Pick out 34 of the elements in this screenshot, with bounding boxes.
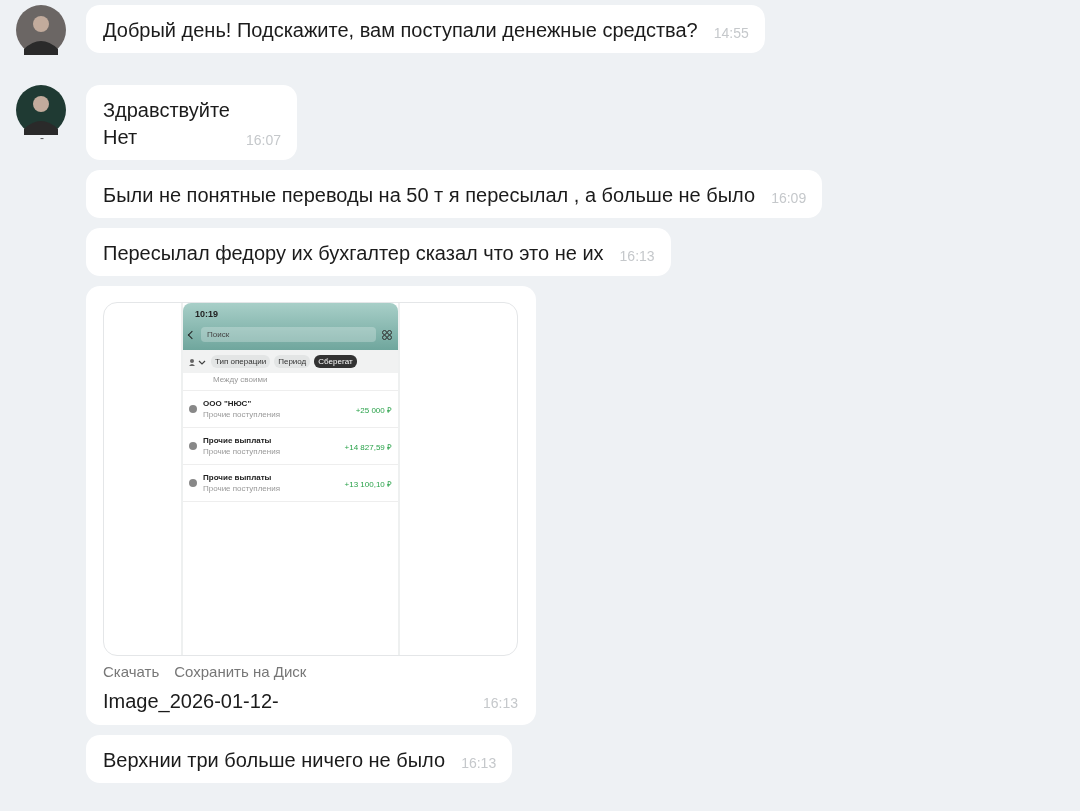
message-text: Верхнии три больше ничего не было [103, 748, 446, 773]
message-text: Пересылал федору их бухгалтер сказал что это не их [103, 241, 604, 266]
operation-amount: +13 100,10 ₽ [344, 478, 392, 489]
sender-mark: - [40, 131, 44, 145]
operation-subtitle: Прочие поступления [203, 410, 281, 419]
message-time: 16:13 [461, 755, 497, 773]
message-text: Нет [103, 125, 139, 150]
message-text: Добрый день! Подскажите, вам поступали денежные средства? [103, 18, 698, 43]
image-preview[interactable]: 10:19 Поиск Тип операции Период Сберегат Между своими ООО "НЮС" Прочие поступления +25 000 ₽ Прочие выплаты Прочие поступления +14 827,59 ₽ Прочие выплаты Прочие поступления +13 100,10 ₽ [103, 302, 518, 656]
file-action-link[interactable]: Скачать [103, 663, 160, 680]
message-text: Здравствуйте [103, 98, 230, 123]
search-field: Поиск [201, 327, 376, 342]
message-time: 16:13 [482, 695, 518, 713]
message-time: 16:09 [771, 190, 807, 208]
filter-chip: Период [274, 355, 311, 368]
operation-amount: +14 827,59 ₽ [344, 441, 392, 452]
accounts-filter-icon [187, 356, 207, 367]
status-clock: 10:19 [194, 309, 220, 319]
file-name: Image_2026-01-12- [103, 690, 279, 713]
filter-chip: Тип операции [211, 355, 271, 368]
operation-title: Прочие выплаты [203, 473, 273, 482]
operation-subtitle: Между своими [183, 373, 398, 391]
filter-chip: Сберегат [314, 355, 357, 368]
operation-subtitle: Прочие поступления [203, 484, 281, 493]
file-action-link[interactable]: Сохранить на Диск [174, 663, 307, 680]
message-text: Были не понятные переводы на 50 т я пересылал , а больше не было [103, 183, 756, 208]
message-time: 16:07 [246, 132, 282, 150]
message-time: 16:13 [619, 248, 655, 266]
operation-title: Прочие выплаты [203, 436, 273, 445]
grid-icon [382, 329, 392, 340]
operation-amount: +25 000 ₽ [355, 404, 392, 415]
message-time: 14:55 [713, 25, 749, 43]
operation-subtitle: Прочие поступления [203, 447, 281, 456]
operation-title: ООО "НЮС" [203, 399, 253, 408]
